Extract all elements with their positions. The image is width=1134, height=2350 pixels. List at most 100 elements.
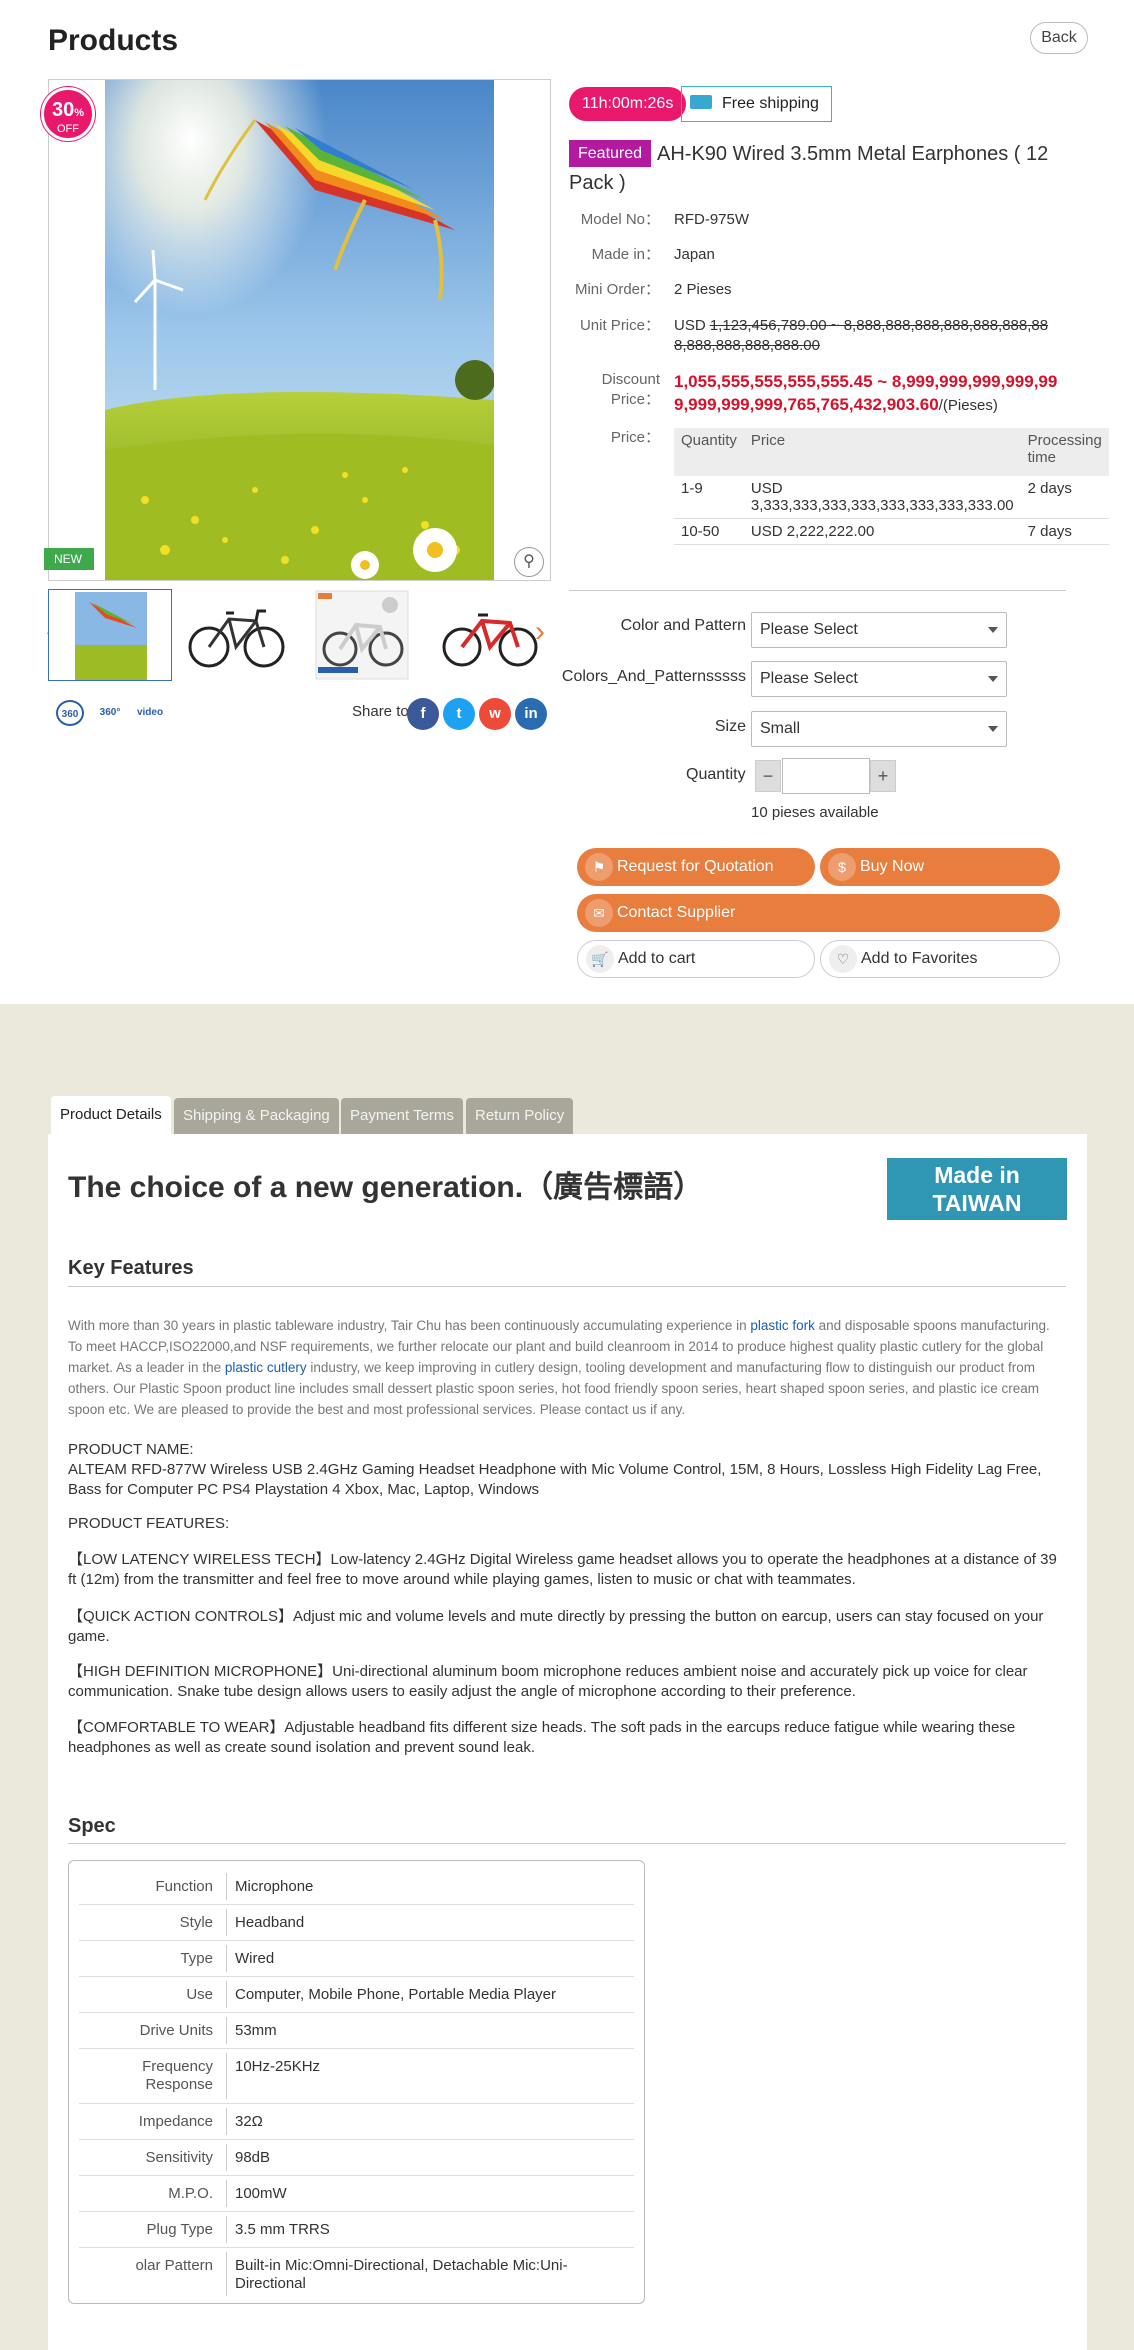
heart-icon: ♡: [829, 945, 857, 973]
colors-patterns-select[interactable]: Please Select: [751, 661, 1007, 697]
tab-return-policy[interactable]: Return Policy: [466, 1098, 574, 1134]
thumbnail-road-bike-black[interactable]: [174, 589, 298, 681]
price-table-header-processing: Processing time: [1020, 428, 1109, 476]
product-features-label: PRODUCT FEATURES:: [68, 1515, 230, 1532]
unit-price-value: USD 1,123,456,789.00 ~ 8,888,888,888,888…: [674, 316, 1060, 356]
table-row: 1-9 USD 3,333,333,333,333,333,333,333,33…: [674, 476, 1109, 519]
discount-price-value: 1,055,555,555,555,555.45 ~ 8,999,999,999…: [674, 370, 1060, 416]
twitter-share-icon[interactable]: t: [443, 698, 475, 730]
quantity-increment-button[interactable]: +: [870, 760, 896, 792]
table-cell: 7 days: [1020, 518, 1109, 545]
table-cell: 1-9: [674, 476, 744, 519]
available-stock: 10 pieses available: [751, 804, 879, 821]
table-row: Style Headband: [79, 1905, 634, 1941]
table-row: olar Pattern Built-in Mic:Omni-Directiona…: [79, 2248, 634, 2300]
unit-price-label: Unit Price：: [579, 317, 660, 334]
free-shipping-label: Free shipping: [722, 95, 819, 112]
share-label: Share to: [352, 703, 409, 720]
tab-payment-terms[interactable]: Payment Terms: [341, 1098, 463, 1134]
spec-key: olar Pattern: [135, 2257, 213, 2274]
video-icon[interactable]: video: [136, 700, 164, 726]
new-tag: NEW: [44, 548, 94, 570]
thumbnail-white-bike-image: [300, 589, 424, 681]
discount-price-unit: /(Pieses): [938, 397, 998, 414]
discount-badge: 30% OFF: [41, 87, 95, 141]
contact-supplier-button[interactable]: ✉ Contact Supplier: [577, 894, 1060, 932]
product-top-section: Products Back 30% OFF NEW ⚲ › 360 360° v…: [0, 0, 1134, 1004]
360-view-icon[interactable]: 360: [56, 700, 84, 726]
featured-badge: Featured: [569, 140, 652, 167]
tab-product-details[interactable]: Product Details: [51, 1096, 171, 1134]
360-rotate-icon[interactable]: 360°: [96, 700, 124, 726]
tag-icon: ⚑: [585, 853, 613, 881]
contact-supplier-label: Contact Supplier: [617, 904, 736, 921]
made-in-taiwan-line1: Made in: [934, 1162, 1020, 1188]
made-in-label: Made in：: [591, 246, 660, 263]
table-cell: 2 days: [1020, 476, 1109, 519]
zoom-icon[interactable]: ⚲: [514, 547, 544, 577]
thumbnail-next-arrow-icon[interactable]: ›: [535, 617, 545, 647]
buy-now-button[interactable]: $ Buy Now: [820, 848, 1060, 886]
dollar-card-icon: $: [828, 853, 856, 881]
table-cell: USD 2,222,222.00: [743, 518, 1021, 545]
thumbnail-road-bike-white[interactable]: [300, 589, 424, 681]
add-to-cart-button[interactable]: 🛒 Add to cart: [577, 940, 815, 978]
color-pattern-select[interactable]: Please Select: [751, 612, 1007, 648]
thumbnail-kite[interactable]: [48, 589, 172, 681]
thumbnail-road-bike-red[interactable]: [426, 589, 550, 681]
spec-value: 10Hz-25KHz: [235, 2058, 321, 2075]
thumbnail-kite-image: [49, 590, 171, 680]
price-table-header-price: Price: [743, 428, 1021, 476]
option-label-colors-patterns: Colors_And_Patternsssss: [561, 668, 746, 685]
divider: [68, 1286, 1066, 1287]
cart-icon: 🛒: [586, 945, 614, 973]
envelope-icon: ✉: [585, 899, 613, 927]
spec-value: 32Ω: [235, 2113, 263, 2130]
countdown-timer: 11h:00m:26s: [569, 87, 687, 121]
spec-key: Sensitivity: [145, 2149, 213, 2166]
facebook-share-icon[interactable]: f: [407, 698, 439, 730]
table-row: Type Wired: [79, 1941, 634, 1977]
price-tier-table: Quantity Price Processing time 1-9 USD 3…: [674, 428, 1109, 545]
quantity-decrement-button[interactable]: −: [755, 760, 781, 792]
spec-key: Type: [180, 1950, 213, 1967]
tab-shipping-packaging[interactable]: Shipping & Packaging: [174, 1098, 339, 1134]
quantity-input[interactable]: [782, 758, 870, 794]
table-row: Use Computer, Mobile Phone, Portable Medi…: [79, 1977, 634, 2013]
discount-percent-sign: %: [74, 107, 85, 119]
request-quotation-button[interactable]: ⚑ Request for Quotation: [577, 848, 815, 886]
back-button[interactable]: Back: [1030, 22, 1088, 54]
plastic-cutlery-link[interactable]: plastic cutlery: [225, 1360, 307, 1375]
spec-key: Plug Type: [146, 2221, 213, 2238]
feature-comfortable: 【COMFORTABLE TO WEAR】Adjustable headband…: [68, 1719, 1016, 1756]
add-to-favorites-button[interactable]: ♡ Add to Favorites: [820, 940, 1060, 978]
spec-key: M.P.O.: [168, 2185, 213, 2202]
discount-price-label: Discount Price：: [601, 371, 660, 408]
spec-value: Built-in Mic:Omni-Directional, Detachabl…: [235, 2257, 568, 2292]
spec-value: Microphone: [235, 1878, 314, 1895]
kite-meadow-image: [105, 80, 494, 580]
linkedin-share-icon[interactable]: in: [515, 698, 547, 730]
spec-value: 53mm: [235, 2022, 277, 2039]
table-row: Sensitivity 98dB: [79, 2140, 634, 2176]
main-product-image[interactable]: [48, 79, 551, 581]
buy-now-label: Buy Now: [860, 858, 925, 875]
feature-hd-microphone: 【HIGH DEFINITION MICROPHONE】Uni-directio…: [68, 1663, 1028, 1700]
divider: [569, 590, 1066, 591]
spec-key: Function: [155, 1878, 213, 1895]
unit-price-range: 1,123,456,789.00 ~ 8,888,888,888,888,888…: [674, 317, 1049, 354]
table-row: 10-50 USD 2,222,222.00 7 days: [674, 518, 1109, 545]
spec-key: Frequency Response: [142, 2058, 213, 2093]
size-select[interactable]: Small: [751, 711, 1007, 747]
spec-table: Function Microphone Style Headband Type Wir…: [68, 1860, 645, 2304]
weibo-share-icon[interactable]: w: [479, 698, 511, 730]
plastic-fork-link[interactable]: plastic fork: [750, 1318, 815, 1333]
divider: [68, 1843, 1066, 1844]
option-label-size: Size: [714, 718, 746, 735]
product-name-label: PRODUCT NAME:: [68, 1441, 194, 1458]
spec-heading: Spec: [68, 1815, 116, 1837]
table-cell: USD 3,333,333,333,333,333,333,333,333.00: [743, 476, 1021, 519]
spec-key: Drive Units: [139, 2022, 213, 2039]
unit-price-currency: USD: [674, 317, 706, 334]
free-shipping-badge: Free shipping: [681, 86, 832, 122]
